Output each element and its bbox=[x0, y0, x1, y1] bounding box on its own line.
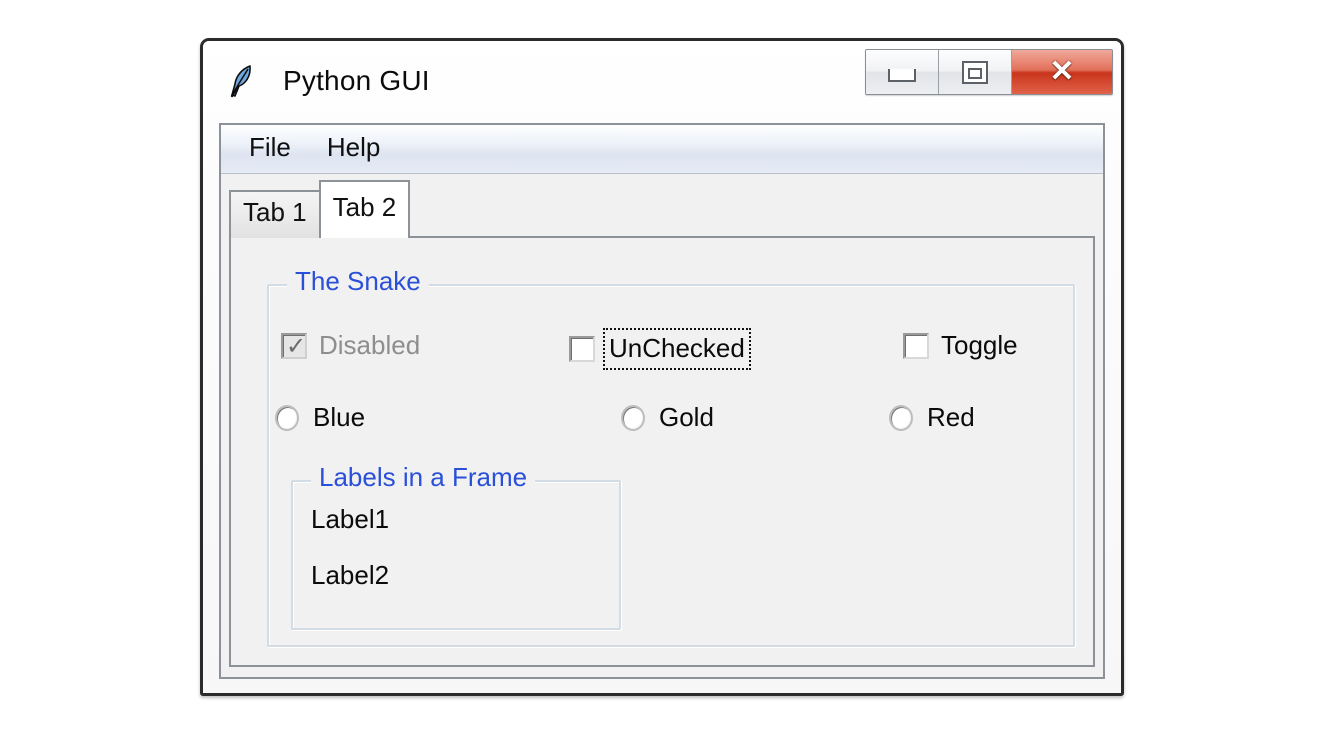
checkbox-disabled: ✓ Disabled bbox=[281, 330, 420, 361]
screen-root: Python GUI ✕ File Help Tab 1 Tab 2 The S… bbox=[0, 0, 1330, 733]
client-area: File Help Tab 1 Tab 2 The Snake ✓ Disabl… bbox=[219, 123, 1105, 679]
title-bar[interactable]: Python GUI ✕ bbox=[203, 41, 1121, 123]
feather-icon bbox=[229, 63, 255, 99]
tab-tab-2-label: Tab 2 bbox=[332, 192, 397, 223]
maximize-button[interactable] bbox=[939, 50, 1012, 94]
groupbox-labels-in-a-frame-title: Labels in a Frame bbox=[311, 464, 536, 490]
application-window: Python GUI ✕ File Help Tab 1 Tab 2 The S… bbox=[200, 38, 1124, 696]
groupbox-labels-in-a-frame: Labels in a Frame Label1 Label2 bbox=[291, 464, 621, 630]
radio-blue[interactable]: Blue bbox=[275, 402, 365, 433]
tab-tab-1[interactable]: Tab 1 bbox=[229, 190, 321, 238]
checkbox-unchecked[interactable]: UnChecked bbox=[569, 328, 751, 370]
checkbox-toggle-label: Toggle bbox=[941, 330, 1018, 360]
checkbox-unchecked-box[interactable] bbox=[569, 336, 595, 362]
checkbox-toggle[interactable]: Toggle bbox=[903, 330, 1018, 361]
client-inner: File Help Tab 1 Tab 2 The Snake ✓ Disabl… bbox=[221, 125, 1103, 677]
notebook: Tab 1 Tab 2 The Snake ✓ Disabled UnCheck… bbox=[221, 174, 1103, 677]
radio-red-label: Red bbox=[927, 402, 975, 432]
label-label2: Label2 bbox=[311, 560, 390, 590]
checkmark-icon: ✓ bbox=[286, 331, 307, 360]
window-controls: ✕ bbox=[865, 49, 1113, 95]
window-inner: Python GUI ✕ File Help Tab 1 Tab 2 The S… bbox=[203, 41, 1121, 693]
radio-blue-label: Blue bbox=[313, 402, 366, 432]
window-title: Python GUI bbox=[283, 65, 430, 96]
radio-gold-circle[interactable] bbox=[621, 404, 645, 431]
tab-tab-1-label: Tab 1 bbox=[243, 197, 307, 228]
minimize-icon bbox=[888, 69, 916, 82]
groupbox-the-snake-title: The Snake bbox=[287, 268, 429, 294]
checkbox-unchecked-label: UnChecked bbox=[603, 328, 751, 370]
checkbox-toggle-box[interactable] bbox=[903, 332, 929, 359]
minimize-button[interactable] bbox=[866, 50, 939, 94]
radio-gold[interactable]: Gold bbox=[621, 402, 714, 433]
tab-tab-2[interactable]: Tab 2 bbox=[318, 180, 411, 238]
menu-bar: File Help bbox=[221, 125, 1103, 174]
checkbox-disabled-label: Disabled bbox=[319, 330, 421, 360]
groupbox-the-snake: The Snake ✓ Disabled UnChecked Toggle Bl… bbox=[267, 268, 1075, 647]
radio-blue-circle[interactable] bbox=[275, 404, 299, 431]
menu-item-help[interactable]: Help bbox=[327, 132, 380, 167]
close-icon: ✕ bbox=[1049, 55, 1075, 88]
label-label1: Label1 bbox=[311, 504, 390, 534]
radio-gold-label: Gold bbox=[659, 402, 714, 432]
radio-red[interactable]: Red bbox=[889, 402, 975, 433]
tab-panel-tab-2: The Snake ✓ Disabled UnChecked Toggle Bl… bbox=[229, 236, 1095, 667]
menu-item-file[interactable]: File bbox=[249, 132, 291, 167]
maximize-icon bbox=[962, 60, 988, 84]
close-button[interactable]: ✕ bbox=[1012, 50, 1112, 94]
radio-red-circle[interactable] bbox=[889, 404, 913, 431]
tab-strip: Tab 1 Tab 2 bbox=[229, 180, 411, 238]
checkbox-disabled-box: ✓ bbox=[281, 331, 307, 360]
